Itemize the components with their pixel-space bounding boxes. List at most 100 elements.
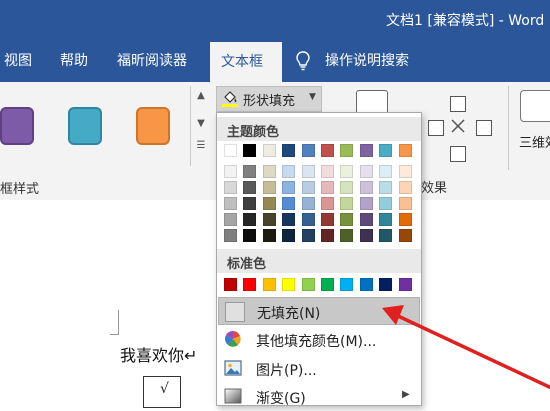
tab-foxit-reader[interactable]: 福昕阅读器	[117, 50, 187, 70]
theme-shade-swatch[interactable]	[301, 229, 315, 242]
theme-shade-swatch[interactable]	[243, 197, 257, 210]
theme-shade-swatch[interactable]	[379, 229, 393, 242]
threed-effects-label[interactable]: 三维效	[519, 132, 550, 151]
theme-shade-swatch[interactable]	[398, 181, 412, 194]
tab-textbox[interactable]: 文本框	[210, 42, 282, 82]
theme-shade-swatch[interactable]	[301, 165, 315, 178]
theme-shade-swatch[interactable]	[398, 197, 412, 210]
text-box-content: √	[160, 381, 169, 397]
document-text[interactable]: 我喜欢你↵	[120, 342, 197, 366]
theme-shade-swatch[interactable]	[379, 197, 393, 210]
theme-color-swatch[interactable]	[301, 144, 315, 157]
tell-me-search[interactable]: 操作说明搜索	[325, 50, 409, 70]
theme-shade-swatch[interactable]	[224, 165, 237, 178]
theme-shade-swatch[interactable]	[224, 213, 237, 226]
theme-shade-swatch[interactable]	[359, 197, 373, 210]
theme-shade-swatch[interactable]	[282, 165, 296, 178]
standard-color-swatch[interactable]	[282, 278, 296, 291]
theme-shade-swatch[interactable]	[321, 213, 334, 226]
theme-color-swatch[interactable]	[379, 144, 393, 157]
standard-color-swatch[interactable]	[340, 278, 354, 291]
gallery-more[interactable]: ☰	[194, 140, 208, 160]
lightbulb-icon	[296, 51, 310, 71]
rotate-icon[interactable]	[450, 118, 466, 134]
theme-shade-swatch[interactable]	[379, 165, 393, 178]
standard-color-swatch[interactable]	[262, 278, 276, 291]
theme-shade-swatch[interactable]	[282, 229, 296, 242]
theme-shade-swatch[interactable]	[262, 229, 276, 242]
theme-color-swatch[interactable]	[340, 144, 354, 157]
theme-shade-swatch[interactable]	[262, 213, 276, 226]
standard-color-swatch[interactable]	[321, 278, 334, 291]
no-fill-item[interactable]: 无填充(N)	[218, 297, 420, 325]
theme-shade-swatch[interactable]	[321, 197, 334, 210]
theme-shade-swatch[interactable]	[282, 213, 296, 226]
threed-effects-icon[interactable]	[520, 90, 550, 122]
gallery-scroll-up[interactable]: ▲	[194, 90, 208, 110]
theme-shade-swatch[interactable]	[243, 165, 257, 178]
theme-shade-swatch[interactable]	[262, 181, 276, 194]
theme-color-swatch[interactable]	[398, 144, 412, 157]
shape-fill-button[interactable]: 形状填充 ▼	[216, 86, 322, 112]
theme-shade-swatch[interactable]	[224, 197, 237, 210]
theme-shade-swatch[interactable]	[398, 213, 412, 226]
theme-color-swatch[interactable]	[243, 144, 257, 157]
text-box[interactable]: √	[143, 376, 181, 408]
theme-shade-swatch[interactable]	[243, 213, 257, 226]
theme-shade-swatch[interactable]	[379, 181, 393, 194]
theme-shade-swatch[interactable]	[340, 213, 354, 226]
theme-shade-swatch[interactable]	[301, 181, 315, 194]
title-bar: 文档1 [兼容模式] - Word	[0, 0, 550, 38]
theme-shade-swatch[interactable]	[379, 213, 393, 226]
align-icon[interactable]	[428, 120, 444, 136]
theme-shade-swatch[interactable]	[243, 229, 257, 242]
theme-color-swatch[interactable]	[359, 144, 373, 157]
theme-shade-swatch[interactable]	[321, 229, 334, 242]
standard-color-swatch[interactable]	[398, 278, 412, 291]
tab-view[interactable]: 视图	[4, 50, 32, 70]
tab-help[interactable]: 帮助	[60, 50, 88, 70]
standard-color-swatch[interactable]	[243, 278, 257, 291]
send-backward-icon[interactable]	[450, 146, 466, 162]
bring-forward-icon[interactable]	[450, 96, 466, 112]
theme-shade-swatch[interactable]	[359, 165, 373, 178]
standard-color-swatch[interactable]	[359, 278, 373, 291]
theme-shade-swatch[interactable]	[301, 213, 315, 226]
shape-style-purple[interactable]	[0, 107, 34, 145]
theme-color-swatch[interactable]	[262, 144, 276, 157]
standard-color-swatch[interactable]	[301, 278, 315, 291]
theme-color-swatch[interactable]	[224, 144, 237, 157]
theme-shade-swatch[interactable]	[282, 181, 296, 194]
theme-shade-swatch[interactable]	[282, 197, 296, 210]
gradient-fill-item[interactable]: 渐变(G) ▶	[218, 383, 420, 411]
standard-color-swatch[interactable]	[379, 278, 393, 291]
theme-shade-swatch[interactable]	[398, 229, 412, 242]
gallery-scroll-down[interactable]: ▼	[194, 118, 208, 138]
theme-color-swatch[interactable]	[282, 144, 296, 157]
theme-shade-swatch[interactable]	[340, 229, 354, 242]
theme-shade-swatch[interactable]	[243, 181, 257, 194]
theme-shade-swatch[interactable]	[321, 181, 334, 194]
shape-style-teal[interactable]	[68, 107, 102, 145]
theme-shade-swatch[interactable]	[359, 229, 373, 242]
theme-shade-swatch[interactable]	[301, 197, 315, 210]
more-fill-colors-item[interactable]: 其他填充颜色(M)...	[218, 326, 420, 354]
picture-fill-label: 图片(P)...	[256, 363, 317, 379]
theme-shade-swatch[interactable]	[398, 165, 412, 178]
theme-shade-swatch[interactable]	[359, 181, 373, 194]
theme-shade-swatch[interactable]	[340, 165, 354, 178]
theme-shade-swatch[interactable]	[224, 181, 237, 194]
theme-color-swatch[interactable]	[321, 144, 334, 157]
no-fill-swatch-icon	[225, 302, 245, 322]
standard-color-swatch[interactable]	[224, 278, 237, 291]
theme-shade-swatch[interactable]	[340, 181, 354, 194]
theme-shade-swatch[interactable]	[359, 213, 373, 226]
theme-shade-swatch[interactable]	[262, 197, 276, 210]
picture-fill-item[interactable]: 图片(P)...	[218, 355, 420, 383]
theme-shade-swatch[interactable]	[224, 229, 237, 242]
theme-shade-swatch[interactable]	[321, 165, 334, 178]
group-icon[interactable]	[476, 120, 492, 136]
shape-style-orange[interactable]	[136, 107, 170, 145]
theme-shade-swatch[interactable]	[262, 165, 276, 178]
theme-shade-swatch[interactable]	[340, 197, 354, 210]
